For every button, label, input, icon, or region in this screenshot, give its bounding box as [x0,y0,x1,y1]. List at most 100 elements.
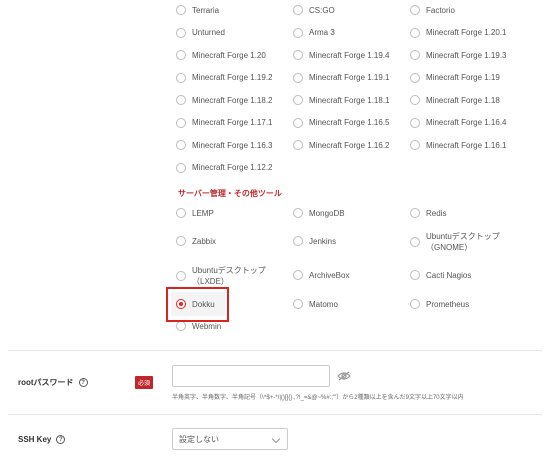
tools-section-title: サーバー管理・その他ツール [178,189,282,198]
radio-button[interactable] [410,140,420,150]
radio-label: Arma 3 [309,28,335,37]
radio-button[interactable] [176,321,186,331]
radio-option[interactable]: Minecraft Forge 1.17.1 [176,117,272,128]
radio-label: Minecraft Forge 1.19.1 [309,73,390,82]
radio-option[interactable]: Factorio [410,5,455,15]
radio-button[interactable] [176,72,186,83]
radio-button[interactable] [176,236,186,246]
radio-option[interactable]: Minecraft Forge 1.16.3 [176,140,272,150]
root-password-label-group: rootパスワード ? [18,377,88,388]
radio-button[interactable] [293,140,303,150]
radio-button[interactable] [176,50,186,60]
radio-option[interactable]: Minecraft Forge 1.12.2 [176,162,273,173]
radio-button[interactable] [410,237,420,247]
radio-label: Matomo [309,299,338,309]
help-icon[interactable]: ? [56,435,66,444]
server-app-selection-page: Terraria CS:GO Factorio Unturned Arma 3 Minec… [0,0,550,456]
radio-option[interactable]: Cacti Nagios [410,270,471,280]
radio-button[interactable] [176,27,186,38]
radio-option[interactable]: Matomo [293,299,338,309]
radio-button[interactable] [410,50,420,60]
section-divider [8,414,542,415]
radio-option[interactable]: ArchiveBox [293,270,349,280]
root-password-label: rootパスワード [18,378,74,387]
radio-button[interactable] [410,72,420,83]
radio-label: Factorio [426,5,455,15]
radio-option[interactable]: Minecraft Forge 1.19.3 [410,50,506,60]
radio-button[interactable] [176,271,186,281]
radio-button[interactable] [293,117,303,128]
radio-label: Minecraft Forge 1.16.4 [426,118,507,127]
radio-button[interactable] [410,5,420,15]
radio-label: Zabbix [192,236,217,246]
root-password-input[interactable] [172,365,330,387]
radio-label: Terraria [192,5,220,15]
radio-button[interactable] [293,95,303,105]
chevron-down-icon [271,434,281,444]
radio-label: Cacti Nagios [426,270,472,280]
radio-button[interactable] [293,208,303,218]
radio-button[interactable] [410,117,420,128]
radio-button[interactable] [410,270,420,280]
radio-label: Minecraft Forge 1.19.4 [309,50,390,60]
help-icon[interactable]: ? [78,378,88,387]
radio-button[interactable] [293,299,303,309]
radio-button[interactable] [410,95,420,105]
radio-button[interactable] [176,95,186,105]
radio-label: Webmin [192,321,222,331]
radio-option[interactable]: Minecraft Forge 1.16.2 [293,140,389,150]
radio-button[interactable] [176,208,186,218]
radio-button[interactable] [293,5,303,15]
radio-button[interactable] [293,270,303,280]
ssh-key-select[interactable]: 設定しない [172,428,288,450]
radio-label: Minecraft Forge 1.16.3 [192,140,273,150]
radio-label: Minecraft Forge 1.18.1 [309,95,390,105]
radio-option[interactable]: MongoDB [293,208,345,218]
radio-option[interactable]: Minecraft Forge 1.18.1 [293,95,389,105]
radio-button[interactable] [176,5,186,15]
radio-option[interactable]: Minecraft Forge 1.16.4 [410,117,507,128]
radio-option[interactable]: Minecraft Forge 1.19.2 [176,72,273,83]
radio-button[interactable] [176,117,186,128]
radio-label: Redis [426,208,447,218]
radio-button[interactable] [293,50,303,60]
radio-label: Minecraft Forge 1.12.2 [192,163,273,172]
radio-label: LEMP [192,208,214,218]
radio-option[interactable]: Minecraft Forge 1.19 [410,72,500,83]
radio-option[interactable]: Minecraft Forge 1.19.4 [293,50,389,60]
radio-option[interactable]: CS:GO [293,5,335,15]
radio-option[interactable]: Minecraft Forge 1.19.1 [293,72,390,83]
radio-button[interactable] [293,236,303,246]
radio-option[interactable]: Minecraft Forge 1.18 [410,95,500,105]
radio-button[interactable] [293,27,303,38]
radio-option[interactable]: Arma 3 [293,27,335,38]
radio-label: Minecraft Forge 1.16.1 [426,140,507,150]
radio-option[interactable]: Redis [410,208,446,218]
radio-option[interactable]: Minecraft Forge 1.20 [176,50,266,60]
radio-label: Minecraft Forge 1.20.1 [426,28,507,37]
radio-button[interactable] [410,27,420,38]
radio-option[interactable]: Minecraft Forge 1.18.2 [176,95,272,105]
radio-option[interactable]: Minecraft Forge 1.16.1 [410,140,506,150]
radio-button[interactable] [293,72,303,83]
radio-option[interactable]: Prometheus [410,299,469,309]
radio-option[interactable]: Terraria [176,5,219,15]
radio-option[interactable]: Jenkins [293,236,336,246]
radio-option[interactable]: Minecraft Forge 1.16.5 [293,117,389,128]
radio-option[interactable]: Minecraft Forge 1.20.1 [410,27,507,38]
radio-button[interactable] [410,208,420,218]
radio-button[interactable] [176,140,186,150]
radio-option[interactable]: Ubuntuデスクトップ（GNOME） [410,231,506,253]
radio-label: Jenkins [309,236,337,246]
radio-label: Minecraft Forge 1.19.2 [192,73,273,82]
radio-option[interactable]: Zabbix [176,236,216,246]
radio-option[interactable]: Ubuntuデスクトップ（LXDE） [176,265,272,287]
eye-off-icon[interactable] [337,371,351,381]
radio-button[interactable] [410,299,420,309]
radio-label: MongoDB [309,208,345,218]
radio-option[interactable]: LEMP [176,208,214,218]
radio-button[interactable] [176,162,186,173]
radio-label: Ubuntuデスクトップ（GNOME） [426,232,500,252]
radio-option[interactable]: Unturned [176,27,225,38]
radio-option[interactable]: Webmin [176,321,221,331]
